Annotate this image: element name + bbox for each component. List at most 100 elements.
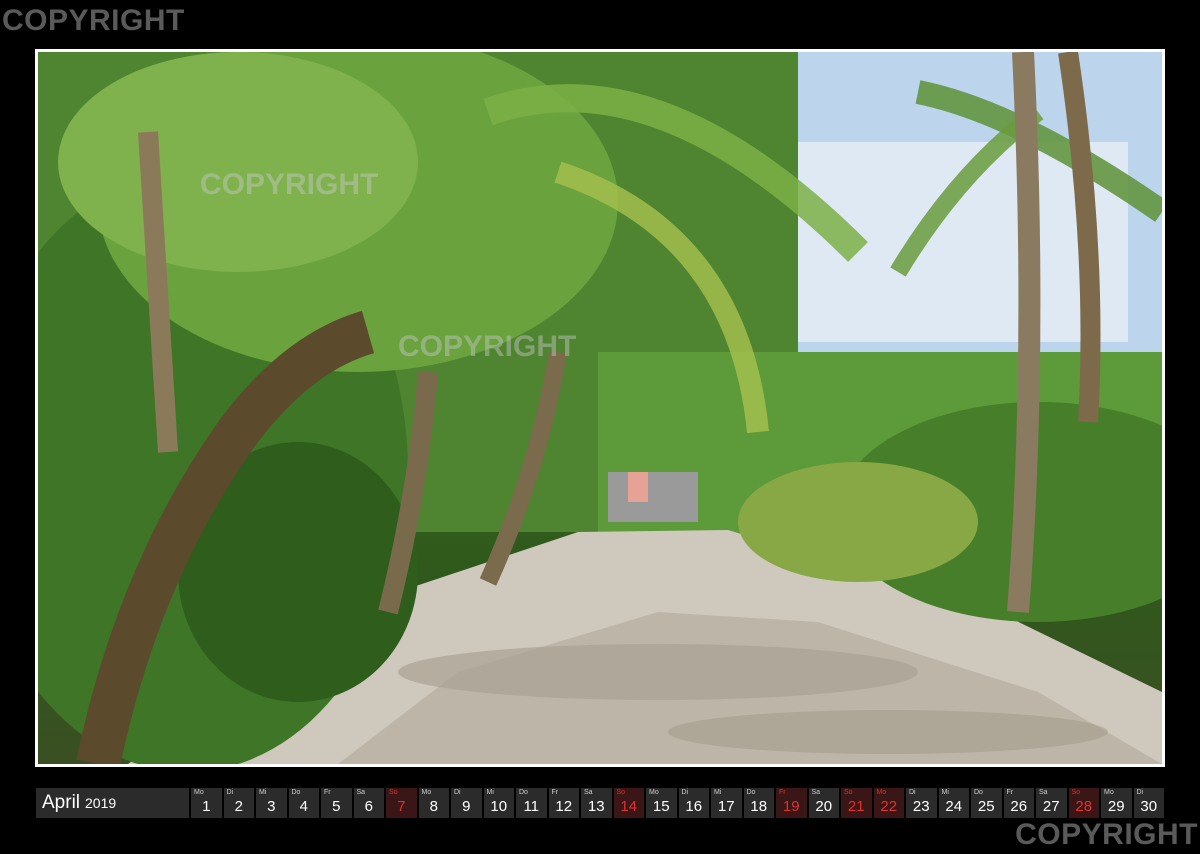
weekday-abbrev: Fr <box>779 789 786 796</box>
weekday-abbrev: So <box>616 789 626 796</box>
day-cell: Fr 26 <box>1003 788 1034 818</box>
day-number: 7 <box>397 798 406 815</box>
day-cell: Di 30 <box>1133 788 1164 818</box>
day-number: 8 <box>429 798 438 815</box>
day-number: 13 <box>587 798 605 815</box>
month-name: April <box>42 792 81 813</box>
weekday-abbrev: Di <box>226 789 234 796</box>
day-cell: So 7 <box>386 788 417 818</box>
weekday-abbrev: Mi <box>714 789 722 796</box>
day-cell: Mo 22 <box>873 788 904 818</box>
weekday-abbrev: Do <box>974 789 983 796</box>
photo-illustration <box>38 52 1162 764</box>
day-cell: Do 25 <box>971 788 1002 818</box>
day-number: 25 <box>977 798 995 815</box>
weekday-abbrev: So <box>844 789 853 796</box>
weekday-abbrev: Fr <box>1006 789 1014 796</box>
copyright-watermark-top: COPYRIGHT <box>2 4 185 37</box>
copyright-watermark-photo-upper: COPYRIGHT <box>200 168 379 201</box>
day-number: 18 <box>750 798 768 815</box>
day-cell: Mi 17 <box>711 788 742 818</box>
weekday-abbrev: Sa <box>811 789 821 796</box>
day-cell: Mi 10 <box>483 788 514 818</box>
day-cell: Sa 6 <box>353 788 384 818</box>
day-cell: Do 11 <box>516 788 547 818</box>
day-cell: Sa 27 <box>1036 788 1067 818</box>
day-cell: Di 9 <box>451 788 482 818</box>
day-cell: Mo 8 <box>418 788 449 818</box>
day-number: 29 <box>1107 798 1125 815</box>
weekday-abbrev: Mi <box>941 789 949 796</box>
day-number: 19 <box>782 798 800 815</box>
day-number: 2 <box>234 798 243 815</box>
weekday-abbrev: Fr <box>324 789 331 796</box>
weekday-abbrev: Mi <box>486 789 494 796</box>
day-number: 26 <box>1010 798 1028 815</box>
weekday-abbrev: Di <box>1136 789 1144 796</box>
day-cell: Mo 29 <box>1101 788 1132 818</box>
day-number: 21 <box>847 798 865 815</box>
day-number: 17 <box>717 798 735 815</box>
day-number: 11 <box>523 798 540 815</box>
day-cell: Mo 15 <box>646 788 677 818</box>
day-cell: Di 2 <box>223 788 254 818</box>
day-cell: Fr 5 <box>321 788 352 818</box>
weekday-abbrev: Mi <box>259 789 267 796</box>
photo-frame: COPYRIGHT COPYRIGHT <box>35 49 1165 767</box>
day-cell: So 14 <box>613 788 644 818</box>
day-cells: Mo 1 Di 2 Mi 3 Do 4 Fr 5 Sa 6 So 7 Mo 8 Di 9 Mi 10 Do 11 Fr 12 S… <box>191 788 1166 818</box>
day-number: 22 <box>880 798 898 815</box>
year-label: 2019 <box>85 795 117 811</box>
day-cell: So 21 <box>841 788 872 818</box>
day-number: 14 <box>620 798 638 815</box>
day-cell: Mi 3 <box>256 788 287 818</box>
day-number: 23 <box>912 798 930 815</box>
weekday-abbrev: So <box>389 789 398 796</box>
day-number: 28 <box>1075 798 1093 815</box>
day-number: 15 <box>652 798 670 815</box>
day-number: 20 <box>815 798 833 815</box>
weekday-abbrev: Di <box>454 789 461 796</box>
day-cell: Sa 13 <box>581 788 612 818</box>
jungle-path-photo: COPYRIGHT COPYRIGHT <box>38 52 1162 764</box>
day-number: 10 <box>490 798 508 815</box>
copyright-watermark-bottom: COPYRIGHT <box>1015 818 1198 851</box>
weekday-abbrev: Mo <box>421 789 432 796</box>
weekday-abbrev: Do <box>746 789 756 796</box>
copyright-watermark-photo-middle: COPYRIGHT <box>398 330 577 363</box>
day-cell: Do 18 <box>743 788 774 818</box>
day-cell: Sa 20 <box>808 788 839 818</box>
weekday-abbrev: Do <box>291 789 301 796</box>
weekday-abbrev: Di <box>909 789 916 796</box>
calendar-bar: April 2019 Mo 1 Di 2 Mi 3 Do 4 Fr 5 Sa 6 So 7 Mo 8 Di 9 Mi… <box>36 788 1166 818</box>
month-label: April 2019 <box>36 788 189 818</box>
day-number: 27 <box>1042 798 1060 815</box>
weekday-abbrev: Mo <box>649 789 659 796</box>
day-number: 12 <box>555 798 573 815</box>
weekday-abbrev: Sa <box>1039 789 1048 796</box>
day-number: 5 <box>332 798 341 815</box>
day-number: 1 <box>202 798 211 815</box>
day-cell: So 28 <box>1068 788 1099 818</box>
day-number: 24 <box>945 798 963 815</box>
weekday-abbrev: Sa <box>584 789 593 796</box>
weekday-abbrev: Mo <box>1104 789 1114 796</box>
day-cell: Fr 12 <box>548 788 579 818</box>
weekday-abbrev: Mo <box>194 789 204 796</box>
day-number: 16 <box>685 798 703 815</box>
weekday-abbrev: Fr <box>551 789 559 796</box>
day-number: 3 <box>267 798 276 815</box>
weekday-abbrev: Di <box>681 789 689 796</box>
day-number: 30 <box>1140 798 1158 815</box>
weekday-abbrev: Mo <box>876 789 887 796</box>
weekday-abbrev: So <box>1071 789 1081 796</box>
day-cell: Di 16 <box>678 788 709 818</box>
day-number: 4 <box>299 798 308 815</box>
weekday-abbrev: Do <box>519 789 528 796</box>
day-cell: Di 23 <box>906 788 937 818</box>
day-number: 9 <box>462 798 471 815</box>
day-cell: Mi 24 <box>938 788 969 818</box>
day-cell: Fr 19 <box>776 788 807 818</box>
day-cell: Mo 1 <box>191 788 222 818</box>
weekday-abbrev: Sa <box>356 789 366 796</box>
